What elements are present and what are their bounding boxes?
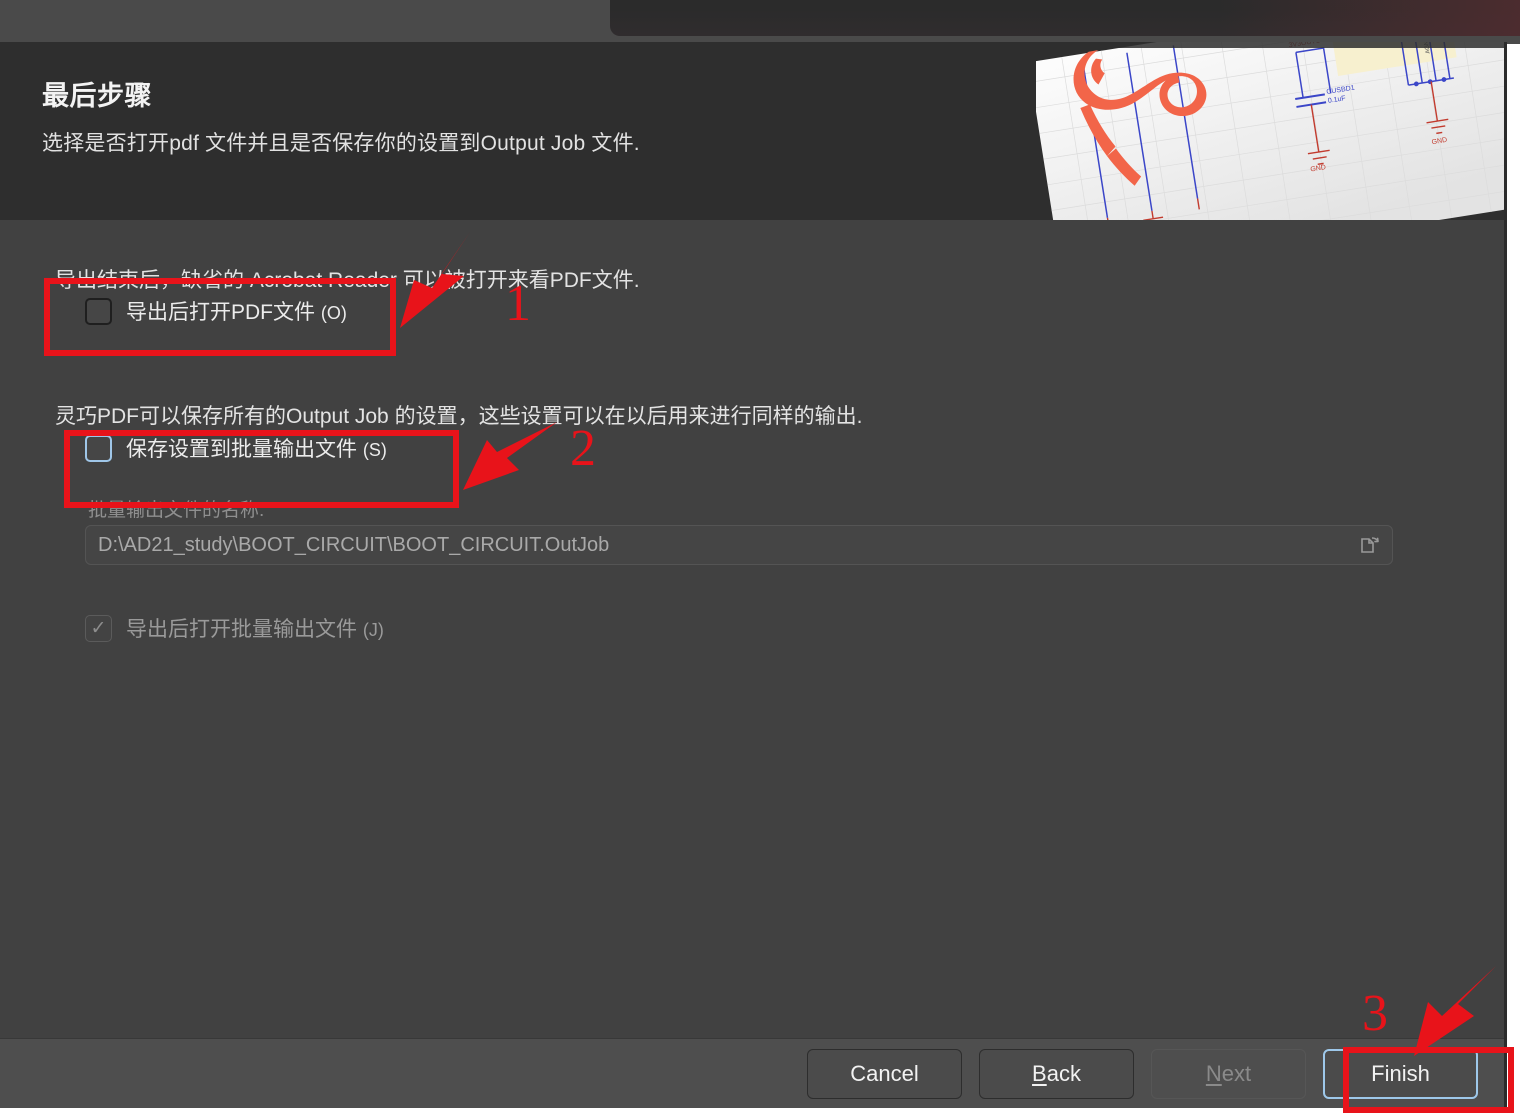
next-button-label: ext xyxy=(1221,1060,1252,1086)
checkbox-open-pdf-label: 导出后打开PDF文件 (O) xyxy=(126,301,347,324)
next-button: Next xyxy=(1151,1048,1306,1099)
checkbox-open-outjob-after-export: ✓ 导出后打开批量输出文件 (J) xyxy=(85,613,384,643)
checkbox-open-pdf-after-export[interactable]: 导出后打开PDF文件 (O) xyxy=(85,296,347,326)
open-pdf-description: 导出结束后，缺省的 Acrobat Reader 可以被打开来看PDF文件. xyxy=(55,269,640,292)
pdf-export-wizard-dialog: 最后步骤 选择是否打开pdf 文件并且是否保存你的设置到Output Job 文… xyxy=(0,42,1507,1108)
cancel-button[interactable]: Cancel xyxy=(807,1048,962,1099)
next-button-mnemonic: N xyxy=(1205,1060,1222,1086)
banner-illustration: 3V3OUT1 GND GND GND GND CUSBD1 0.1uF AGN… xyxy=(1036,42,1504,220)
dialog-body: 导出结束后，缺省的 Acrobat Reader 可以被打开来看PDF文件. 导… xyxy=(0,220,1504,1035)
checkbox-save-settings-box[interactable] xyxy=(85,434,112,462)
dialog-footer: Cancel Back Next Finish xyxy=(0,1038,1504,1108)
text-formatting-toolbar: Microsoft YaHei UI ▾ 36 ▾ B I U S xyxy=(610,0,1520,36)
dialog-banner: 最后步骤 选择是否打开pdf 文件并且是否保存你的设置到Output Job 文… xyxy=(0,42,1504,220)
banner-text-block: 最后步骤 选择是否打开pdf 文件并且是否保存你的设置到Output Job 文… xyxy=(42,74,992,157)
checkbox-open-outjob-label: 导出后打开批量输出文件 (J) xyxy=(126,618,384,641)
outjob-path-field[interactable]: D:\AD21_study\BOOT_CIRCUIT\BOOT_CIRCUIT.… xyxy=(85,525,1393,565)
checkbox-save-settings-label: 保存设置到批量输出文件 (S) xyxy=(126,438,387,461)
schematic-photo-icon: 3V3OUT1 GND GND GND GND CUSBD1 0.1uF AGN… xyxy=(1036,42,1504,220)
back-button[interactable]: Back xyxy=(979,1048,1134,1099)
back-button-mnemonic: B xyxy=(1032,1060,1047,1086)
outjob-path-label: 批量输出文件的名称: xyxy=(88,500,265,521)
checkbox-open-pdf-box[interactable] xyxy=(85,297,112,325)
save-outjob-description: 灵巧PDF可以保存所有的Output Job 的设置，这些设置可以在以后用来进行… xyxy=(55,405,863,428)
page-title: 最后步骤 xyxy=(42,81,152,111)
page-subtitle: 选择是否打开pdf 文件并且是否保存你的设置到Output Job 文件. xyxy=(42,132,640,155)
back-button-label: ack xyxy=(1046,1060,1081,1086)
outjob-path-value: D:\AD21_study\BOOT_CIRCUIT\BOOT_CIRCUIT.… xyxy=(98,533,610,556)
finish-button[interactable]: Finish xyxy=(1323,1048,1478,1099)
checkbox-save-settings-to-outjob[interactable]: 保存设置到批量输出文件 (S) xyxy=(85,433,387,463)
checkmark-icon: ✓ xyxy=(90,617,107,639)
checkbox-open-outjob-box: ✓ xyxy=(85,614,112,642)
document-browse-icon[interactable] xyxy=(1356,532,1382,558)
